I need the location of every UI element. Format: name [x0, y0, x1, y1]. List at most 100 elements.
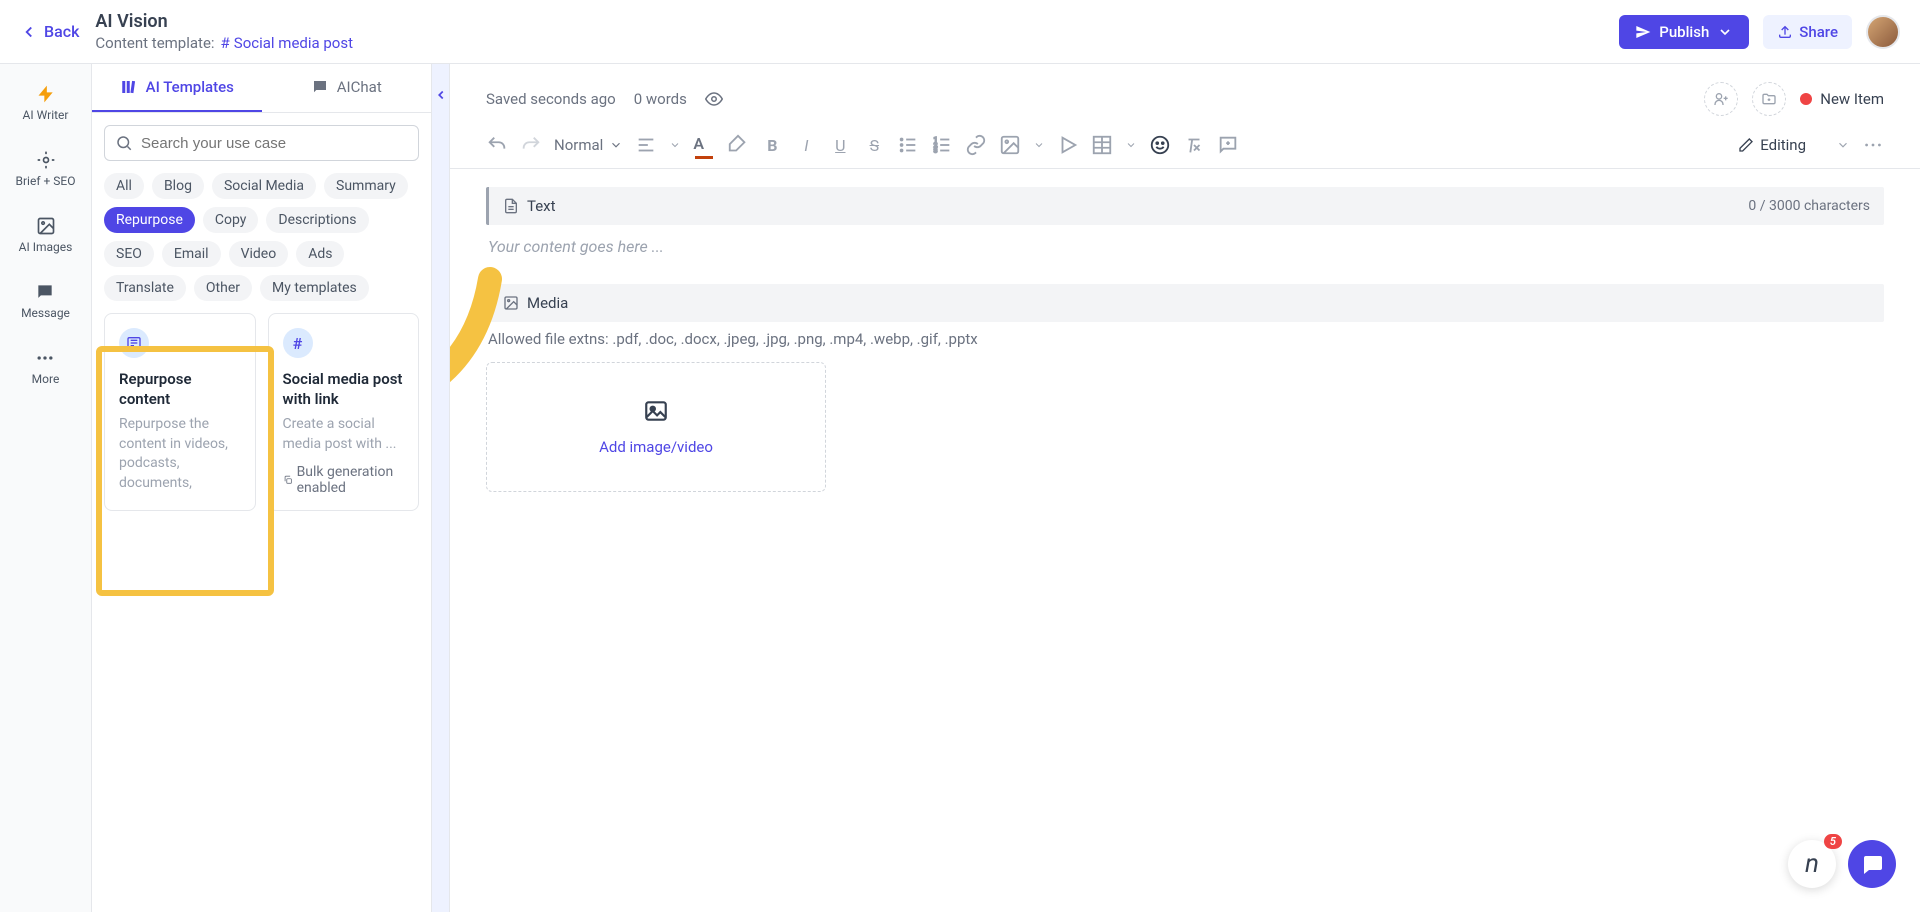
chip-summary[interactable]: Summary	[324, 173, 408, 199]
share-button[interactable]: Share	[1763, 15, 1852, 49]
chevron-down-icon[interactable]	[669, 139, 681, 151]
folder-plus-icon	[1761, 91, 1777, 107]
eye-icon[interactable]	[705, 90, 723, 108]
table-button[interactable]	[1091, 134, 1113, 156]
bolt-icon	[36, 84, 56, 104]
chevron-down-icon[interactable]	[1125, 139, 1137, 151]
underline-button[interactable]: U	[829, 134, 851, 156]
search-input[interactable]	[141, 135, 408, 152]
chip-seo[interactable]: SEO	[104, 241, 154, 267]
chips: All Blog Social Media Summary Repurpose …	[92, 173, 431, 313]
clear-format-button[interactable]	[1183, 134, 1205, 156]
notifications-button[interactable]: n 5	[1788, 840, 1836, 888]
text-block-header: Text 0 / 3000 characters	[486, 187, 1884, 225]
search-box[interactable]	[104, 125, 419, 161]
message-icon	[35, 282, 55, 302]
highlight-button[interactable]	[727, 134, 749, 156]
align-left-icon	[635, 134, 657, 156]
emoji-button[interactable]	[1149, 134, 1171, 156]
chip-copy[interactable]: Copy	[203, 207, 259, 233]
chevron-down-icon[interactable]	[1033, 139, 1045, 151]
tab-aichat[interactable]: AIChat	[262, 64, 432, 112]
back-button[interactable]: Back	[20, 22, 79, 41]
image-button[interactable]	[999, 134, 1021, 156]
card-social-post-link[interactable]: # Social media post with link Create a s…	[268, 313, 420, 511]
chip-my-templates[interactable]: My templates	[260, 275, 369, 301]
back-label: Back	[44, 22, 79, 41]
editor: Saved seconds ago 0 words New Item	[450, 64, 1920, 912]
editing-mode-select[interactable]: Editing	[1738, 136, 1850, 154]
top-header: Back AI Vision Content template: # Socia…	[0, 0, 1920, 64]
publish-button[interactable]: Publish	[1619, 15, 1749, 49]
pencil-icon	[1738, 137, 1754, 153]
title-block: AI Vision Content template: # Social med…	[95, 11, 353, 52]
tab-ai-templates[interactable]: AI Templates	[92, 64, 262, 112]
emoji-icon	[1149, 134, 1171, 156]
align-button[interactable]	[635, 134, 657, 156]
link-button[interactable]	[965, 134, 987, 156]
rail-ai-writer[interactable]: AI Writer	[19, 80, 73, 126]
media-dropzone[interactable]: Add image/video	[486, 362, 826, 492]
rail-label: Message	[21, 306, 70, 320]
chip-video[interactable]: Video	[229, 241, 289, 267]
svg-text:3: 3	[934, 146, 938, 154]
add-folder-button[interactable]	[1752, 82, 1786, 116]
card-meta-text: Bulk generation enabled	[297, 464, 404, 496]
media-block-label: Media	[527, 294, 568, 312]
search-wrap	[92, 113, 431, 173]
add-media-label: Add image/video	[599, 438, 713, 456]
card-repurpose-content[interactable]: Repurpose content Repurpose the content …	[104, 313, 256, 511]
copy-icon	[283, 473, 293, 487]
chip-email[interactable]: Email	[162, 241, 221, 267]
undo-button[interactable]	[486, 134, 508, 156]
rail-more[interactable]: More	[28, 344, 64, 390]
page-title: AI Vision	[95, 11, 353, 32]
highlighter-icon	[727, 134, 749, 156]
bullet-list-button[interactable]	[897, 134, 919, 156]
collapse-sidebar-button[interactable]	[432, 64, 450, 912]
style-select[interactable]: Normal	[554, 136, 623, 154]
support-chat-button[interactable]	[1848, 840, 1896, 888]
video-button[interactable]	[1057, 134, 1079, 156]
chip-ads[interactable]: Ads	[296, 241, 344, 267]
hash-icon: #	[283, 328, 313, 358]
italic-button[interactable]: I	[795, 134, 817, 156]
strike-button[interactable]: S	[863, 134, 885, 156]
media-block-header: Media	[486, 284, 1884, 322]
content-placeholder[interactable]: Your content goes here ...	[486, 225, 1884, 284]
text-block-label: Text	[527, 197, 556, 215]
comment-button[interactable]	[1217, 134, 1239, 156]
content-area: Text 0 / 3000 characters Your content go…	[450, 169, 1920, 510]
rail-label: More	[32, 372, 60, 386]
target-icon	[36, 150, 56, 170]
more-button[interactable]	[1862, 134, 1884, 156]
chip-translate[interactable]: Translate	[104, 275, 186, 301]
chevron-down-icon	[609, 138, 623, 152]
layout: AI Writer Brief + SEO AI Images Message …	[0, 64, 1920, 912]
toolbar: Normal A B I U S 123 Editing	[450, 122, 1920, 169]
chevron-left-icon	[434, 88, 448, 102]
play-icon	[1057, 134, 1079, 156]
rail-ai-images[interactable]: AI Images	[15, 212, 77, 258]
chip-repurpose[interactable]: Repurpose	[104, 207, 195, 233]
add-collaborator-button[interactable]	[1704, 82, 1738, 116]
chip-other[interactable]: Other	[194, 275, 252, 301]
chip-social-media[interactable]: Social Media	[212, 173, 316, 199]
editing-label: Editing	[1760, 136, 1806, 154]
redo-button[interactable]	[520, 134, 542, 156]
number-list-button[interactable]: 123	[931, 134, 953, 156]
chip-blog[interactable]: Blog	[152, 173, 204, 199]
bold-button[interactable]: B	[761, 134, 783, 156]
rail-brief-seo[interactable]: Brief + SEO	[12, 146, 80, 192]
text-color-button[interactable]: A	[693, 134, 715, 156]
style-label: Normal	[554, 136, 603, 154]
chip-all[interactable]: All	[104, 173, 144, 199]
rail-message[interactable]: Message	[17, 278, 74, 324]
picture-icon	[643, 398, 669, 424]
chip-descriptions[interactable]: Descriptions	[266, 207, 368, 233]
avatar[interactable]	[1866, 15, 1900, 49]
new-item-indicator[interactable]: New Item	[1800, 90, 1884, 108]
template-link[interactable]: # Social media post	[221, 34, 353, 52]
notification-badge: 5	[1824, 834, 1842, 849]
numbered-list-icon: 123	[931, 134, 953, 156]
